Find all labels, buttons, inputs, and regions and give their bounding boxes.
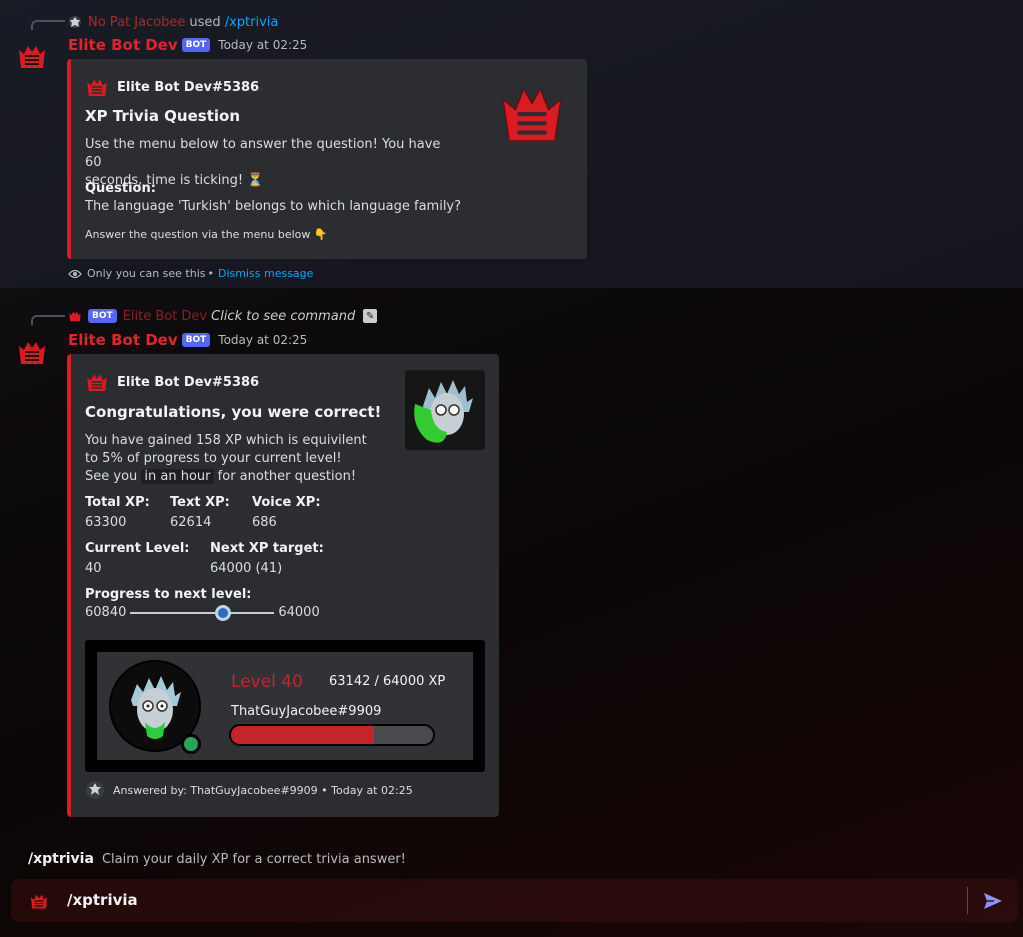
message-header: Elite Bot Dev BOT Today at 02:25 xyxy=(68,34,307,56)
embed-author: Elite Bot Dev#5386 xyxy=(85,370,259,394)
reply-context[interactable]: No Pat Jacobee used /xptrivia xyxy=(68,13,278,31)
field-value: 64000 (41) xyxy=(210,561,283,576)
trivia-embed: Elite Bot Dev#5386 XP Trivia Question Us… xyxy=(67,59,587,259)
field-text-xp: Text XP: 62614 xyxy=(170,493,230,533)
field-label: Text XP: xyxy=(170,495,230,510)
rank-progress-bar xyxy=(229,724,435,746)
bot-avatar-small-icon xyxy=(68,309,82,323)
embed-author-icon xyxy=(85,370,109,394)
progress-min: 60840 xyxy=(85,605,127,620)
send-icon[interactable] xyxy=(981,889,1005,913)
eye-icon xyxy=(68,269,82,279)
reply-context[interactable]: BOT Elite Bot Dev Click to see command ✎ xyxy=(68,307,378,325)
author-name[interactable]: Elite Bot Dev xyxy=(68,36,178,54)
question-text: The language 'Turkish' belongs to which … xyxy=(85,199,462,214)
description-line-3: See you in an hour for another question! xyxy=(85,468,385,486)
click-to-see-command[interactable]: Click to see command xyxy=(211,309,355,324)
progress-track xyxy=(130,604,275,621)
embed-thumbnail-logo xyxy=(499,81,565,147)
user-avatar-icon xyxy=(68,15,82,29)
rank-card: Level 40 63142 / 64000 XP ThatGuyJacobee… xyxy=(97,652,473,760)
field-next-target: Next XP target: 64000 (41) xyxy=(210,539,324,579)
embed-footer: Answered by: ThatGuyJacobee#9909 • Today… xyxy=(85,780,413,800)
field-total-xp: Total XP: 63300 xyxy=(85,493,150,533)
embed-author: Elite Bot Dev#5386 xyxy=(85,75,259,99)
embed-author-name: Elite Bot Dev#5386 xyxy=(117,79,260,95)
command-description: Claim your daily XP for a correct trivia… xyxy=(101,851,406,867)
message-timestamp[interactable]: Today at 02:25 xyxy=(218,38,307,52)
footer-text: Answered by: ThatGuyJacobee#9909 • Today… xyxy=(113,783,413,797)
chat-input-bar[interactable]: /xptrivia xyxy=(11,879,1018,922)
message-header: Elite Bot Dev BOT Today at 02:25 xyxy=(68,329,307,351)
reply-username[interactable]: Elite Bot Dev xyxy=(123,309,207,324)
field-value: 686 xyxy=(252,515,277,530)
field-label: Voice XP: xyxy=(252,495,321,510)
reply-username[interactable]: No Pat Jacobee xyxy=(88,15,185,30)
chat-input[interactable]: /xptrivia xyxy=(67,891,138,909)
embed-description: You have gained 158 XP which is equivile… xyxy=(85,432,385,486)
command-hint: /xptrivia Claim your daily XP for a corr… xyxy=(28,851,406,867)
field-value: 40 xyxy=(85,561,102,576)
field-label: Total XP: xyxy=(85,495,150,510)
ephemeral-note: Only you can see this • Dismiss message xyxy=(68,267,313,280)
embed-author-icon xyxy=(85,75,109,99)
progress-knob xyxy=(214,604,231,621)
command-name: /xptrivia xyxy=(28,851,94,867)
bot-avatar[interactable] xyxy=(16,336,48,368)
dismiss-message-link[interactable]: Dismiss message xyxy=(218,267,313,280)
ephemeral-separator: • xyxy=(207,267,215,280)
author-name[interactable]: Elite Bot Dev xyxy=(68,331,178,349)
slash-command-icon: ✎ xyxy=(363,309,378,323)
rank-level: Level 40 xyxy=(231,672,303,692)
progress-max: 64000 xyxy=(278,605,320,620)
bot-app-icon xyxy=(29,891,49,911)
bot-tag: BOT xyxy=(181,333,211,347)
answer-hint: Answer the question via the menu below 👇 xyxy=(85,228,328,241)
reply-command-link[interactable]: /xptrivia xyxy=(225,15,279,30)
field-label: Progress to next level: xyxy=(85,587,252,602)
online-status-indicator xyxy=(181,734,201,754)
embed-thumbnail xyxy=(405,370,485,450)
field-label: Next XP target: xyxy=(210,541,324,556)
embed-title: XP Trivia Question xyxy=(85,107,240,125)
reply-bot-tag: BOT xyxy=(88,309,117,323)
reply-connector xyxy=(31,20,65,30)
result-embed: Elite Bot Dev#5386 Congratulations, you … xyxy=(67,354,499,817)
embed-author-name: Elite Bot Dev#5386 xyxy=(117,374,260,390)
field-value: 62614 xyxy=(170,515,212,530)
rank-username: ThatGuyJacobee#9909 xyxy=(231,704,382,719)
progress-slider-row: 60840 64000 xyxy=(85,604,320,621)
question-block: Question: The language 'Turkish' belongs… xyxy=(85,180,505,216)
embed-title: Congratulations, you were correct! xyxy=(85,403,382,421)
rank-xp: 63142 / 64000 XP xyxy=(329,674,446,689)
field-label: Current Level: xyxy=(85,541,190,556)
inline-code-duration: in an hour xyxy=(141,469,214,484)
rank-progress-fill xyxy=(231,726,375,744)
description-line-2: to 5% of progress to your current level! xyxy=(85,451,342,466)
reply-used-text: used xyxy=(189,14,221,30)
field-voice-xp: Voice XP: 686 xyxy=(252,493,321,533)
message-timestamp[interactable]: Today at 02:25 xyxy=(218,333,307,347)
bot-avatar[interactable] xyxy=(16,40,48,72)
field-current-level: Current Level: 40 xyxy=(85,539,189,579)
description-line-1: You have gained 158 XP which is equivile… xyxy=(85,433,367,448)
reply-connector xyxy=(31,315,65,325)
field-progress-label: Progress to next level: xyxy=(85,585,252,605)
field-value: 63300 xyxy=(85,515,127,530)
footer-avatar-icon xyxy=(85,780,105,800)
desc-line-3-pre: See you xyxy=(85,469,138,484)
input-divider xyxy=(967,887,968,914)
desc-line-3-post: for another question! xyxy=(217,469,357,484)
rank-card-image: Level 40 63142 / 64000 XP ThatGuyJacobee… xyxy=(85,640,485,772)
ephemeral-text: Only you can see this xyxy=(87,267,206,280)
description-line-1: Use the menu below to answer the questio… xyxy=(85,137,441,170)
bot-tag: BOT xyxy=(181,38,211,52)
question-label: Question: xyxy=(85,181,156,196)
